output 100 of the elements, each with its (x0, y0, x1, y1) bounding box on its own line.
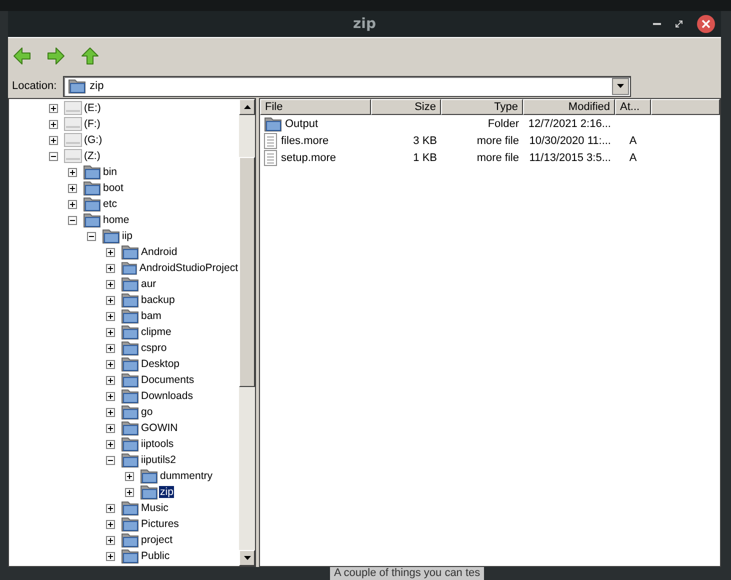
collapse-toggle[interactable] (106, 456, 115, 464)
expand-toggle[interactable] (106, 424, 115, 432)
scrollbar[interactable] (239, 99, 255, 566)
folder-icon (121, 516, 139, 532)
expand-toggle[interactable] (106, 440, 115, 448)
expand-toggle[interactable] (106, 408, 115, 416)
expand-toggle[interactable] (125, 488, 134, 496)
table-cell: more file (476, 152, 519, 164)
expand-toggle[interactable] (106, 392, 115, 400)
column-header[interactable]: File (260, 99, 371, 115)
column-header[interactable]: At... (615, 99, 651, 115)
folder-icon (83, 196, 101, 212)
collapse-toggle[interactable] (68, 216, 77, 224)
expand-toggle[interactable] (49, 136, 58, 144)
folder-icon (140, 468, 158, 484)
table-cell: 1 KB (413, 152, 437, 164)
folder-icon (121, 500, 139, 516)
column-header[interactable]: Type (441, 99, 523, 115)
back-icon[interactable] (12, 46, 32, 66)
tree-item[interactable]: Documents (140, 374, 196, 386)
folder-icon (264, 116, 282, 132)
tree-item[interactable]: Pictures (140, 518, 180, 530)
tree-item[interactable]: bam (140, 310, 162, 322)
expand-toggle[interactable] (68, 168, 77, 176)
expand-toggle[interactable] (106, 536, 115, 544)
collapse-toggle[interactable] (49, 152, 58, 160)
tree-item[interactable]: Android (140, 246, 178, 258)
folder-icon (83, 180, 101, 196)
tree-item[interactable]: cspro (140, 342, 168, 354)
folder-icon (121, 404, 139, 420)
forward-icon[interactable] (46, 46, 66, 66)
tree-item[interactable]: Public (140, 550, 171, 562)
tree-item[interactable]: AndroidStudioProject (138, 262, 239, 274)
tree-item[interactable]: aur (140, 278, 158, 290)
tree-item[interactable]: project (140, 534, 174, 546)
file-name[interactable]: Output (285, 118, 318, 130)
drive-icon (64, 133, 82, 147)
folder-icon (83, 212, 101, 228)
table-cell: 10/30/2020 11:... (529, 135, 611, 147)
table-cell: A (629, 152, 637, 164)
file-name[interactable]: files.more (281, 135, 329, 147)
expand-toggle[interactable] (49, 104, 58, 112)
tree-item[interactable]: iip (121, 230, 134, 242)
tree-item[interactable]: Downloads (140, 390, 194, 402)
tree-item[interactable]: backup (140, 294, 176, 306)
expand-toggle[interactable] (68, 184, 77, 192)
up-icon[interactable] (80, 46, 100, 66)
tree-item[interactable]: GOWIN (140, 422, 179, 434)
folder-icon (121, 548, 139, 564)
expand-toggle[interactable] (106, 312, 115, 320)
tree-item[interactable]: boot (102, 182, 124, 194)
tree-item[interactable]: zip (159, 486, 174, 498)
document-icon (264, 133, 278, 149)
caret-icon (617, 84, 624, 88)
table-cell: 12/7/2021 2:16... (528, 118, 611, 130)
tree-item[interactable]: clipme (140, 326, 172, 338)
tree-item[interactable]: (Z:) (83, 150, 102, 162)
expand-toggle[interactable] (106, 552, 115, 560)
column-header[interactable]: Size (371, 99, 441, 115)
tree-item[interactable]: Music (140, 502, 170, 514)
table-cell: A (629, 135, 637, 147)
location-field[interactable]: zip (62, 76, 631, 96)
dropdown-button[interactable] (612, 78, 629, 94)
expand-toggle[interactable] (125, 472, 134, 480)
expand-toggle[interactable] (49, 120, 58, 128)
expand-toggle[interactable] (106, 504, 115, 512)
tree-item[interactable]: iiptools (140, 438, 175, 450)
expand-toggle[interactable] (106, 328, 115, 336)
tree-item[interactable]: home (102, 214, 130, 226)
expand-toggle[interactable] (106, 280, 115, 288)
expand-toggle[interactable] (106, 344, 115, 352)
tree-item[interactable]: dummentry (159, 470, 214, 482)
expand-toggle[interactable] (106, 520, 115, 528)
expand-toggle[interactable] (106, 264, 115, 272)
collapse-toggle[interactable] (87, 232, 96, 240)
folder-icon (121, 420, 139, 436)
expand-toggle[interactable] (106, 360, 115, 368)
expand-toggle[interactable] (106, 296, 115, 304)
tree-item[interactable]: (E:) (83, 102, 102, 114)
document-icon (264, 150, 278, 166)
folder-icon (121, 436, 139, 452)
tree-item[interactable]: bin (102, 166, 118, 178)
tree-item[interactable]: etc (102, 198, 118, 210)
tree-item[interactable]: (F:) (83, 118, 102, 130)
file-name[interactable]: setup.more (281, 152, 336, 164)
tree-item[interactable]: go (140, 406, 154, 418)
expand-toggle[interactable] (106, 376, 115, 384)
tree-item[interactable]: (G:) (83, 134, 104, 146)
close-icon[interactable] (697, 15, 715, 33)
column-header[interactable]: Modified (523, 99, 615, 115)
maximize-icon[interactable] (675, 20, 683, 28)
expand-toggle[interactable] (106, 248, 115, 256)
folder-icon (68, 78, 86, 94)
tree-item[interactable]: Desktop (140, 358, 181, 370)
folder-icon (121, 260, 138, 276)
drive-icon (64, 101, 82, 115)
scroll-up-icon[interactable] (244, 105, 250, 109)
tree-item[interactable]: iiputils2 (140, 454, 178, 466)
scroll-down-icon[interactable] (244, 556, 250, 560)
expand-toggle[interactable] (68, 200, 77, 208)
